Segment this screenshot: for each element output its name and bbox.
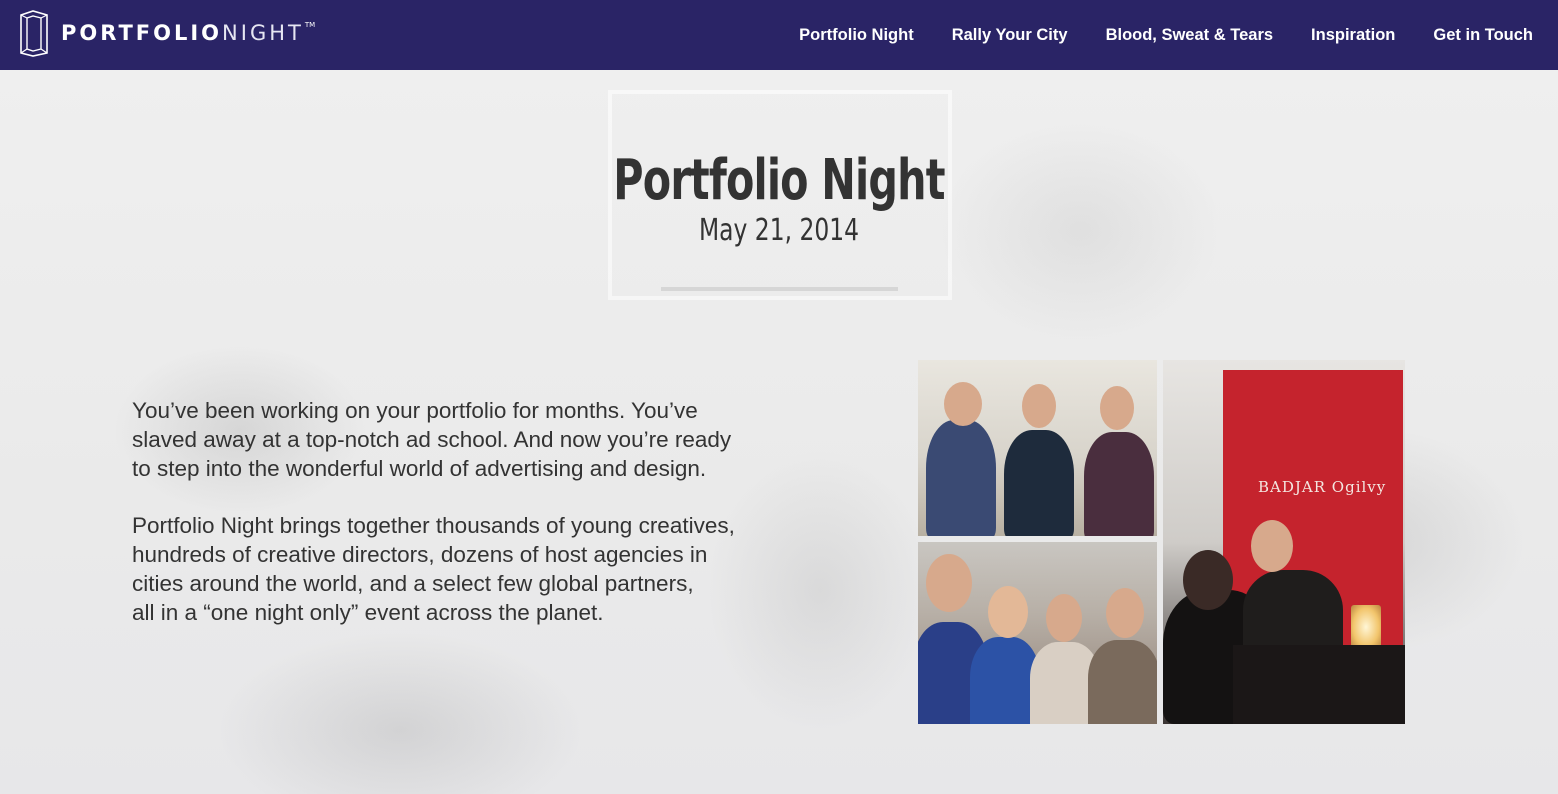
title-divider [661,287,898,291]
page-title: Portfolio Night [613,148,945,213]
main-nav: Portfolio Night Rally Your City Blood, S… [799,0,1558,70]
intro-paragraph-2: Portfolio Night brings together thousand… [132,513,735,625]
photo-group-of-four [918,542,1157,724]
nav-inspiration[interactable]: Inspiration [1311,26,1395,45]
nav-blood-sweat-tears[interactable]: Blood, Sweat & Tears [1106,26,1273,45]
table-lamp [1351,605,1381,649]
portfolio-book-icon [20,10,48,57]
event-date: May 21, 2014 [698,213,860,248]
site-header: PORTFOLIONIGHTTM Portfolio Night Rally Y… [0,0,1558,70]
photo-badjar-ogilvy-review: BADJAR Ogilvy [1163,360,1405,724]
logo-trademark: TM [304,21,316,29]
nav-portfolio-night[interactable]: Portfolio Night [799,26,914,45]
nav-get-in-touch[interactable]: Get in Touch [1433,26,1533,45]
photo-three-men [918,360,1157,536]
nav-rally-your-city[interactable]: Rally Your City [952,26,1068,45]
banner-text: BADJAR Ogilvy [1258,478,1387,496]
intro-paragraph-1: You’ve been working on your portfolio fo… [132,398,732,481]
site-logo[interactable]: PORTFOLIONIGHTTM [19,9,315,57]
review-table [1233,645,1405,724]
logo-secondary: NIGHT [222,21,304,45]
logo-wordmark: PORTFOLIONIGHTTM [61,21,315,45]
logo-primary: PORTFOLIO [61,21,223,45]
intro-copy: You’ve been working on your portfolio fo… [132,397,812,656]
